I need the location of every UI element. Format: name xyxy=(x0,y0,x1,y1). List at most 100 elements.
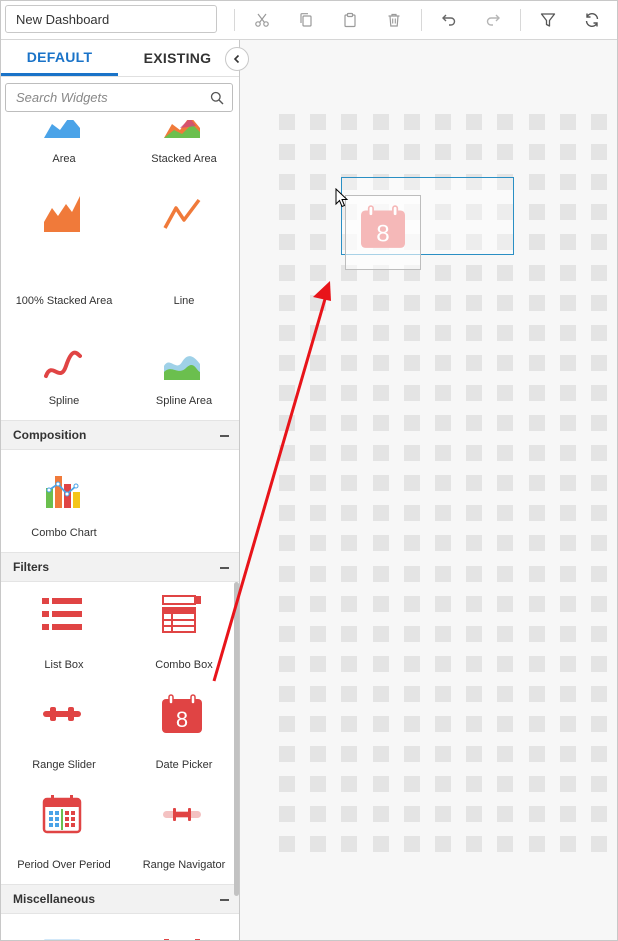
grid-cell xyxy=(591,265,607,281)
group-header-miscellaneous[interactable]: Miscellaneous xyxy=(1,884,239,914)
widget-line[interactable]: Line xyxy=(125,194,235,307)
grid-cell xyxy=(435,746,451,762)
widget-list-box[interactable]: List Box xyxy=(5,594,115,671)
grid-cell xyxy=(497,505,513,521)
widget-area[interactable]: Area xyxy=(5,120,115,168)
redo-button[interactable] xyxy=(479,7,507,33)
dashboard-canvas[interactable] xyxy=(240,40,617,940)
stacked-area-chart-icon xyxy=(164,120,200,138)
calendar-icon: 8 xyxy=(162,694,202,733)
grid-cell xyxy=(591,325,607,341)
grid-cell xyxy=(404,656,420,672)
widget-image[interactable] xyxy=(5,938,115,940)
widget-label: Range Slider xyxy=(32,759,96,771)
toolbar xyxy=(1,1,617,39)
grid-cell xyxy=(435,566,451,582)
widget-text[interactable] xyxy=(125,938,235,940)
copy-icon xyxy=(300,13,312,27)
widget-range-slider[interactable]: Range Slider xyxy=(5,694,115,771)
grid-cell xyxy=(560,836,576,852)
grid-cell xyxy=(591,234,607,250)
grid-cell xyxy=(310,174,326,190)
collapse-panel-button[interactable] xyxy=(225,47,249,71)
grid-cell xyxy=(310,445,326,461)
grid-cell xyxy=(341,596,357,612)
copy-button[interactable] xyxy=(292,7,320,33)
grid-cell xyxy=(404,566,420,582)
grid-cell xyxy=(560,535,576,551)
grid-cell xyxy=(310,776,326,792)
grid-cell xyxy=(497,656,513,672)
widget-spline-area[interactable]: Spline Area xyxy=(125,346,235,407)
grid-cell xyxy=(497,626,513,642)
grid-cell xyxy=(529,746,545,762)
grid-cell xyxy=(497,806,513,822)
grid-cell xyxy=(560,234,576,250)
grid-cell xyxy=(560,204,576,220)
grid-cell xyxy=(404,385,420,401)
widget-combo-box[interactable]: Combo Box xyxy=(125,594,235,671)
100-stacked-area-chart-icon xyxy=(44,196,80,232)
grid-cell xyxy=(497,144,513,160)
filter-button[interactable] xyxy=(534,7,562,33)
widget-list-scrollbar[interactable] xyxy=(234,582,239,896)
grid-cell xyxy=(373,535,389,551)
grid-cell xyxy=(435,656,451,672)
undo-button[interactable] xyxy=(435,7,463,33)
search-input[interactable] xyxy=(6,84,222,111)
collapse-icon[interactable] xyxy=(220,899,229,901)
tab-existing[interactable]: EXISTING xyxy=(119,40,236,76)
grid-cell xyxy=(373,505,389,521)
collapse-icon[interactable] xyxy=(220,567,229,569)
grid-cell xyxy=(591,445,607,461)
widget-label: Line xyxy=(173,295,195,307)
grid-cell xyxy=(560,656,576,672)
widget-date-picker[interactable]: 8 Date Picker xyxy=(125,694,235,771)
paste-button[interactable] xyxy=(336,7,364,33)
image-icon xyxy=(43,939,81,940)
grid-cell xyxy=(373,596,389,612)
widget-100-stacked-area[interactable]: 100% Stacked Area xyxy=(5,194,115,307)
grid-cell xyxy=(529,355,545,371)
grid-cell xyxy=(310,355,326,371)
grid-cell xyxy=(497,445,513,461)
grid-cell xyxy=(341,415,357,431)
widget-range-navigator[interactable]: Range Navigator xyxy=(125,794,235,874)
grid-cell xyxy=(466,746,482,762)
grid-cell xyxy=(310,385,326,401)
grid-cell xyxy=(373,355,389,371)
grid-cell xyxy=(341,505,357,521)
cut-button[interactable] xyxy=(248,7,276,33)
refresh-button[interactable] xyxy=(578,7,606,33)
collapse-icon[interactable] xyxy=(220,435,229,437)
delete-button[interactable] xyxy=(380,7,408,33)
widget-stacked-area[interactable]: Stacked Area xyxy=(125,120,235,168)
mouse-cursor-icon xyxy=(335,188,349,208)
grid-cell xyxy=(560,295,576,311)
grid-cell xyxy=(341,806,357,822)
grid-cell xyxy=(404,836,420,852)
grid-cell xyxy=(310,265,326,281)
grid-cell xyxy=(341,836,357,852)
search-icon[interactable] xyxy=(210,91,224,105)
grid-cell xyxy=(560,385,576,401)
grid-cell xyxy=(591,596,607,612)
group-header-filters[interactable]: Filters xyxy=(1,552,239,582)
dashboard-title-input[interactable] xyxy=(5,5,217,33)
widget-spline[interactable]: Spline xyxy=(5,346,115,407)
grid-cell xyxy=(373,746,389,762)
toolbar-separator xyxy=(234,9,235,31)
grid-cell xyxy=(560,415,576,431)
grid-cell xyxy=(279,535,295,551)
text-box-icon xyxy=(164,939,200,940)
grid-cell xyxy=(435,535,451,551)
group-header-composition[interactable]: Composition xyxy=(1,420,239,450)
tab-default[interactable]: DEFAULT xyxy=(1,40,118,76)
grid-cell xyxy=(404,144,420,160)
widget-period-over-period[interactable]: Period Over Period xyxy=(5,794,115,874)
grid-cell xyxy=(341,535,357,551)
grid-cell xyxy=(529,174,545,190)
widget-combo-chart[interactable]: Combo Chart xyxy=(5,470,115,540)
grid-cell xyxy=(435,385,451,401)
combo-box-icon xyxy=(162,595,201,633)
